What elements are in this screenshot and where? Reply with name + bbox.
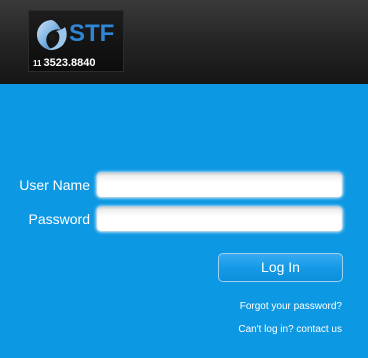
phone-number: 3523.8840 <box>43 57 96 69</box>
login-button[interactable]: Log In <box>218 253 343 282</box>
login-panel: User Name Password Log In Forgot your pa… <box>0 84 368 358</box>
phone-area-code: 11 <box>33 59 42 68</box>
password-input[interactable] <box>96 206 343 232</box>
username-label: User Name <box>19 177 90 193</box>
brand-name: STF <box>69 20 115 47</box>
header-bar: STF 11 3523.8840 <box>0 0 368 84</box>
login-page: STF 11 3523.8840 User Name Password Log I… <box>0 0 368 358</box>
company-logo: STF 11 3523.8840 <box>28 10 124 72</box>
contact-us-link[interactable]: Can't log in? contact us <box>238 324 342 335</box>
swirl-logo-icon <box>37 20 67 50</box>
forgot-password-link[interactable]: Forgot your password? <box>240 301 342 312</box>
brand-phone: 11 3523.8840 <box>33 53 95 71</box>
password-label: Password <box>28 211 90 227</box>
username-input[interactable] <box>96 172 343 198</box>
